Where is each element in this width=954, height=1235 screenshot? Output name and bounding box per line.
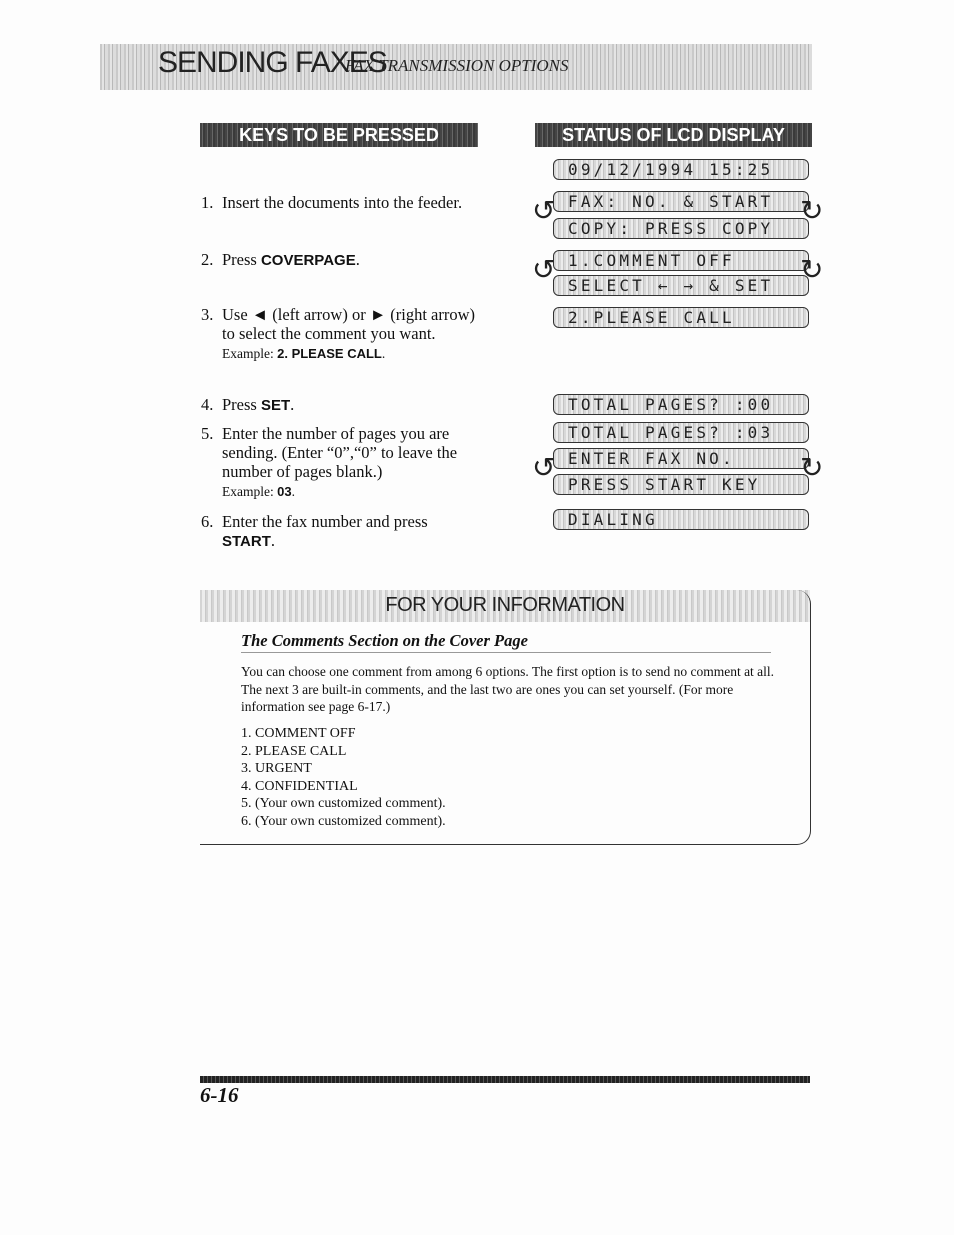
- cycle-arrow-left-icon: ↺: [532, 453, 556, 484]
- key-coverpage: COVERPAGE: [260, 252, 356, 269]
- lcd-display: PRESS START KEY: [553, 474, 809, 495]
- list-item: 1. COMMENT OFF: [241, 726, 356, 741]
- lcd-display: 1.COMMENT OFF: [553, 250, 809, 271]
- lcd-display: TOTAL PAGES? :03: [553, 422, 809, 443]
- divider: [241, 652, 771, 653]
- cycle-arrow-right-icon: ↻: [800, 453, 824, 484]
- key-set: SET: [260, 397, 291, 414]
- page-number: 6-16: [200, 1083, 239, 1107]
- manual-page: SENDING FAXES FAX TRANSMISSION OPTIONS K…: [0, 0, 954, 1235]
- lcd-display: 09/12/1994 15:25: [553, 159, 809, 180]
- lcd-display: DIALING: [553, 509, 809, 530]
- cycle-arrow-left-icon: ↺: [532, 196, 556, 227]
- lcd-display: ENTER FAX NO.: [553, 448, 809, 469]
- lcd-column-header: STATUS OF LCD DISPLAY: [535, 123, 812, 147]
- section-subtitle: FAX TRANSMISSION OPTIONS: [345, 56, 569, 75]
- list-item: 6. (Your own customized comment).: [241, 813, 446, 829]
- info-paragraph: You can choose one comment from among 6 …: [241, 664, 775, 714]
- footer-rule: [200, 1076, 810, 1083]
- lcd-display: COPY: PRESS COPY: [553, 218, 809, 239]
- cycle-arrow-left-icon: ↺: [532, 255, 556, 286]
- comment-options-list: 1. COMMENT OFF 2. PLEASE CALL 3. URGENT …: [241, 725, 446, 830]
- info-subtitle: The Comments Section on the Cover Page: [241, 631, 528, 650]
- keys-column-header: KEYS TO BE PRESSED: [200, 123, 478, 147]
- cycle-arrow-right-icon: ↻: [800, 255, 824, 286]
- list-item: 4. CONFIDENTIAL: [241, 778, 358, 794]
- lcd-display: 2.PLEASE CALL: [553, 307, 809, 328]
- list-item: 2. PLEASE CALL: [241, 743, 347, 759]
- cycle-arrow-right-icon: ↻: [800, 196, 824, 227]
- info-title: FOR YOUR INFORMATION: [385, 594, 625, 616]
- lcd-display: TOTAL PAGES? :00: [553, 394, 809, 415]
- lcd-display: FAX: NO. & START: [553, 191, 809, 212]
- list-item: 3. URGENT: [241, 761, 312, 776]
- key-start: START: [222, 533, 271, 550]
- lcd-display: SELECT ← → & SET: [553, 275, 809, 296]
- list-item: 5. (Your own customized comment).: [241, 796, 446, 811]
